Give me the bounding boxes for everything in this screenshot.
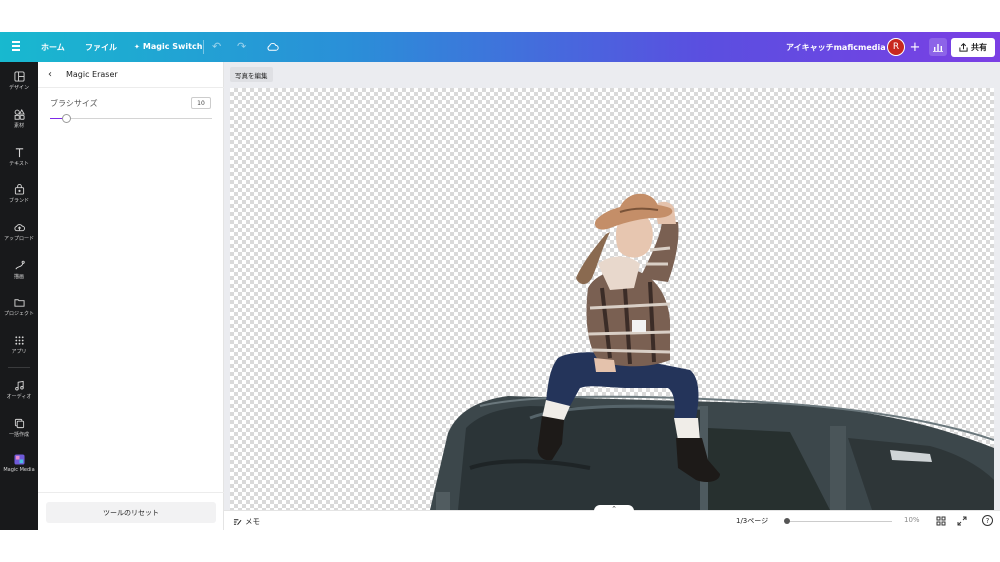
top-bar: ホーム ファイル ✦ Magic Switch ↶ ↷ アイキャッチmaficm…	[0, 32, 1000, 62]
sidebar-item-projects[interactable]: プロジェクト	[0, 297, 38, 317]
sidebar-item-audio[interactable]: オーディオ	[0, 380, 38, 400]
undo-icon[interactable]: ↶	[212, 40, 221, 53]
bottom-bar: ⌃ メモ 1/3ページ 10% ?	[224, 505, 1000, 530]
share-label: 共有	[971, 43, 987, 52]
sidebar-item-label: アップロード	[3, 236, 34, 242]
brush-size-input[interactable]: 10	[191, 97, 211, 109]
design-page[interactable]	[230, 88, 994, 510]
cloud-save-icon[interactable]	[266, 41, 279, 53]
home-button[interactable]: ホーム	[41, 42, 65, 53]
brush-size-label: ブラシサイズ	[50, 99, 98, 108]
sidebar-item-label: 描画	[13, 274, 24, 280]
magic-eraser-panel: ‹ Magic Eraser ブラシサイズ 10 ツールのリセット	[38, 62, 224, 530]
sparkle-icon: ✦	[134, 42, 140, 51]
shapes-icon	[14, 109, 25, 120]
panel-footer: ツールのリセット	[38, 492, 224, 530]
apps-icon	[14, 336, 24, 345]
sidebar-item-text[interactable]: テキスト	[0, 147, 38, 167]
left-rail: デザイン 素材 テキスト ブランド アップロード 描画 プロジェクト アプリ オ…	[0, 62, 38, 530]
fullscreen-icon[interactable]	[957, 516, 967, 526]
panel-header: ‹ Magic Eraser	[38, 62, 224, 88]
sidebar-item-label: オーディオ	[6, 394, 32, 400]
sidebar-item-label: デザイン	[8, 85, 29, 91]
zoom-slider[interactable]	[784, 518, 892, 524]
magic-switch-button[interactable]: ✦ Magic Switch	[134, 42, 202, 51]
file-menu-button[interactable]: ファイル	[85, 42, 117, 53]
sidebar-item-bulk-create[interactable]: 一括作成	[0, 418, 38, 438]
sidebar-item-label: テキスト	[9, 161, 29, 167]
share-icon	[959, 43, 968, 52]
rail-divider	[8, 367, 30, 368]
redo-icon[interactable]: ↷	[237, 40, 246, 53]
notes-icon	[233, 518, 242, 525]
menu-icon[interactable]	[12, 41, 22, 51]
page-indicator[interactable]: 1/3ページ	[736, 516, 768, 526]
brand-icon	[14, 184, 24, 195]
sidebar-item-label: Magic Media	[3, 467, 35, 473]
sidebar-item-label: プロジェクト	[3, 311, 34, 317]
brush-size-slider[interactable]	[50, 114, 212, 123]
text-icon	[15, 148, 23, 158]
sidebar-item-brand[interactable]: ブランド	[0, 184, 38, 204]
back-arrow-icon[interactable]: ‹	[48, 69, 52, 80]
sidebar-item-apps[interactable]: アプリ	[0, 335, 38, 355]
panel-title: Magic Eraser	[66, 70, 118, 79]
sidebar-item-design[interactable]: デザイン	[0, 71, 38, 91]
notes-label: メモ	[245, 517, 260, 526]
magic-media-icon	[13, 454, 25, 465]
draw-icon	[14, 260, 25, 270]
avatar[interactable]: R	[887, 38, 905, 56]
share-button[interactable]: 共有	[951, 38, 995, 57]
expand-pages-handle[interactable]: ⌃	[594, 505, 634, 513]
editor-window: ホーム ファイル ✦ Magic Switch ↶ ↷ アイキャッチmaficm…	[0, 32, 1000, 530]
sidebar-item-elements[interactable]: 素材	[0, 109, 38, 129]
sidebar-item-label: 一括作成	[8, 432, 29, 438]
file-label: ファイル	[85, 43, 117, 52]
divider	[203, 40, 204, 54]
reset-tool-button[interactable]: ツールのリセット	[46, 502, 216, 523]
canvas-area: 写真を編集	[224, 62, 1000, 510]
sidebar-item-magic-media[interactable]: Magic Media	[0, 454, 38, 473]
notes-button[interactable]: メモ	[233, 516, 260, 527]
sidebar-item-uploads[interactable]: アップロード	[0, 222, 38, 242]
sidebar-item-draw[interactable]: 描画	[0, 260, 38, 280]
zoom-value[interactable]: 10%	[904, 516, 920, 524]
sidebar-item-label: 素材	[13, 123, 24, 129]
zoom-slider-handle[interactable]	[784, 518, 790, 524]
home-label: ホーム	[41, 43, 65, 52]
help-icon[interactable]: ?	[982, 515, 993, 526]
photo-woman-on-car[interactable]	[230, 88, 994, 510]
magic-switch-label: Magic Switch	[142, 42, 203, 51]
document-title[interactable]: アイキャッチmaficmedia	[786, 42, 886, 53]
insights-button[interactable]	[929, 38, 947, 56]
layout-icon	[13, 71, 25, 82]
sidebar-item-label: ブランド	[8, 198, 29, 204]
brush-size-slider-handle[interactable]	[62, 114, 71, 123]
folder-icon	[13, 299, 25, 307]
grid-view-icon[interactable]	[936, 516, 946, 526]
bar-chart-icon	[933, 43, 943, 52]
add-collaborator-icon[interactable]: +	[907, 38, 923, 56]
sidebar-item-label: アプリ	[11, 349, 27, 355]
audio-icon	[14, 380, 24, 391]
edit-photo-button[interactable]: 写真を編集	[230, 67, 273, 82]
upload-icon	[13, 224, 25, 232]
bulk-create-icon	[14, 418, 24, 429]
